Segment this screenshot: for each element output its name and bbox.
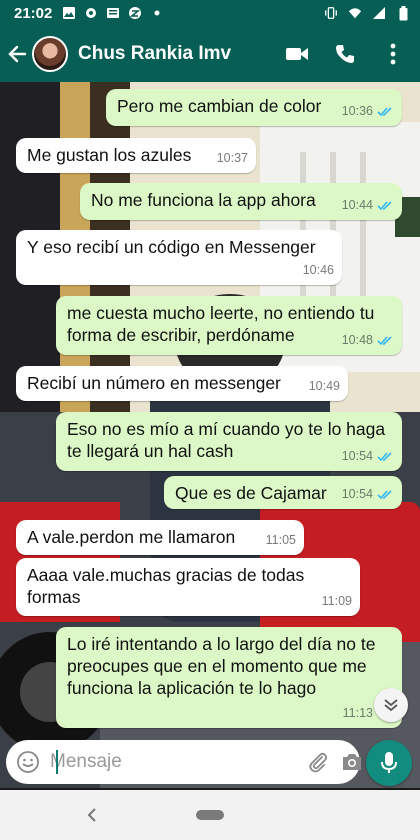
message-time: 10:37 <box>216 151 248 165</box>
arrow-left-icon <box>8 45 27 63</box>
message-text: Y eso recibí un código en Messenger <box>27 237 316 257</box>
message-time: 10:36 <box>341 104 373 118</box>
read-ticks-icon <box>377 489 392 499</box>
microphone-icon <box>381 752 397 773</box>
news-icon <box>106 6 120 20</box>
message-bubble-outgoing[interactable]: No me funciona la app ahora 10:44 <box>80 183 402 220</box>
back-button[interactable] <box>2 26 32 82</box>
attach-icon[interactable] <box>307 748 329 776</box>
read-ticks-icon <box>377 335 392 345</box>
status-time: 21:02 <box>14 4 53 22</box>
nav-back-icon[interactable] <box>82 805 102 825</box>
emoji-icon[interactable] <box>16 749 40 775</box>
message-bubble-incoming[interactable]: Recibí un número en messenger 10:49 <box>16 366 348 401</box>
message-text: Que es de Cajamar <box>175 483 327 503</box>
scroll-to-bottom-button[interactable] <box>374 688 408 722</box>
message-bubble-incoming[interactable]: A vale.perdon me llamaron 11:05 <box>16 520 304 555</box>
message-bubble-incoming[interactable]: Y eso recibí un código en Messenger 10:4… <box>16 230 342 285</box>
message-bubble-outgoing[interactable]: Pero me cambian de color 10:36 <box>106 89 402 126</box>
message-bubble-outgoing[interactable]: Eso no es mío a mí cuando yo te lo haga … <box>56 412 402 471</box>
nav-home-pill[interactable] <box>196 810 224 820</box>
message-time: 10:46 <box>302 263 334 277</box>
chat-area[interactable]: Pero me cambian de color 10:36 Me gustan… <box>0 82 420 788</box>
app-badge-icon <box>128 6 142 20</box>
message-bubble-outgoing[interactable]: Lo iré intentando a lo largo del día no … <box>56 627 402 728</box>
message-input[interactable] <box>50 751 295 773</box>
more-vert-icon[interactable] <box>380 41 406 67</box>
message-time: 10:54 <box>341 487 373 501</box>
wifi-icon <box>348 6 362 20</box>
message-time: 11:13 <box>342 706 373 720</box>
gear-icon <box>84 6 98 20</box>
message-bubble-outgoing[interactable]: Que es de Cajamar 10:54 <box>164 476 402 509</box>
message-text: me cuesta mucho leerte, no entiendo tu f… <box>67 303 375 345</box>
battery-icon <box>396 5 410 20</box>
microphone-button[interactable] <box>366 740 412 786</box>
contact-name[interactable]: Chus Rankia Imv <box>78 43 284 65</box>
message-text: Me gustan los azules <box>27 145 192 165</box>
message-text: Recibí un número en messenger <box>27 373 281 393</box>
message-text: No me funciona la app ahora <box>91 190 316 210</box>
phone-icon[interactable] <box>332 41 358 67</box>
camera-icon[interactable] <box>341 748 363 776</box>
message-text: A vale.perdon me llamaron <box>27 527 236 547</box>
message-composer <box>6 740 363 784</box>
signal-icon <box>372 6 386 20</box>
vibrate-icon <box>324 6 338 20</box>
chat-header: Chus Rankia Imv <box>0 26 420 82</box>
message-text: Eso no es mío a mí cuando yo te lo haga … <box>67 419 386 461</box>
message-text: Aaaa vale.muchas gracias de todas formas <box>27 565 305 607</box>
message-text: Pero me cambian de color <box>117 96 322 116</box>
message-time: 10:44 <box>341 198 373 212</box>
message-time: 10:48 <box>341 333 373 347</box>
system-nav-bar <box>0 790 420 840</box>
status-bar: 21:02 <box>0 0 420 26</box>
video-call-icon[interactable] <box>284 41 310 67</box>
image-icon <box>62 6 76 20</box>
message-bubble-incoming[interactable]: Me gustan los azules 10:37 <box>16 138 256 173</box>
message-time: 10:54 <box>341 449 373 463</box>
dot-icon <box>150 6 164 20</box>
message-bubble-incoming[interactable]: Aaaa vale.muchas gracias de todas formas… <box>16 558 360 616</box>
avatar[interactable] <box>32 36 68 72</box>
message-time: 11:05 <box>265 533 296 547</box>
double-chevron-down-icon <box>384 699 398 712</box>
read-ticks-icon <box>377 106 392 116</box>
message-text: Lo iré intentando a lo largo del día no … <box>67 634 376 698</box>
message-time: 10:49 <box>308 379 340 393</box>
read-ticks-icon <box>377 451 392 461</box>
message-time: 11:09 <box>321 594 352 608</box>
text-caret <box>56 750 58 774</box>
message-bubble-outgoing[interactable]: me cuesta mucho leerte, no entiendo tu f… <box>56 296 402 355</box>
read-ticks-icon <box>377 200 392 210</box>
